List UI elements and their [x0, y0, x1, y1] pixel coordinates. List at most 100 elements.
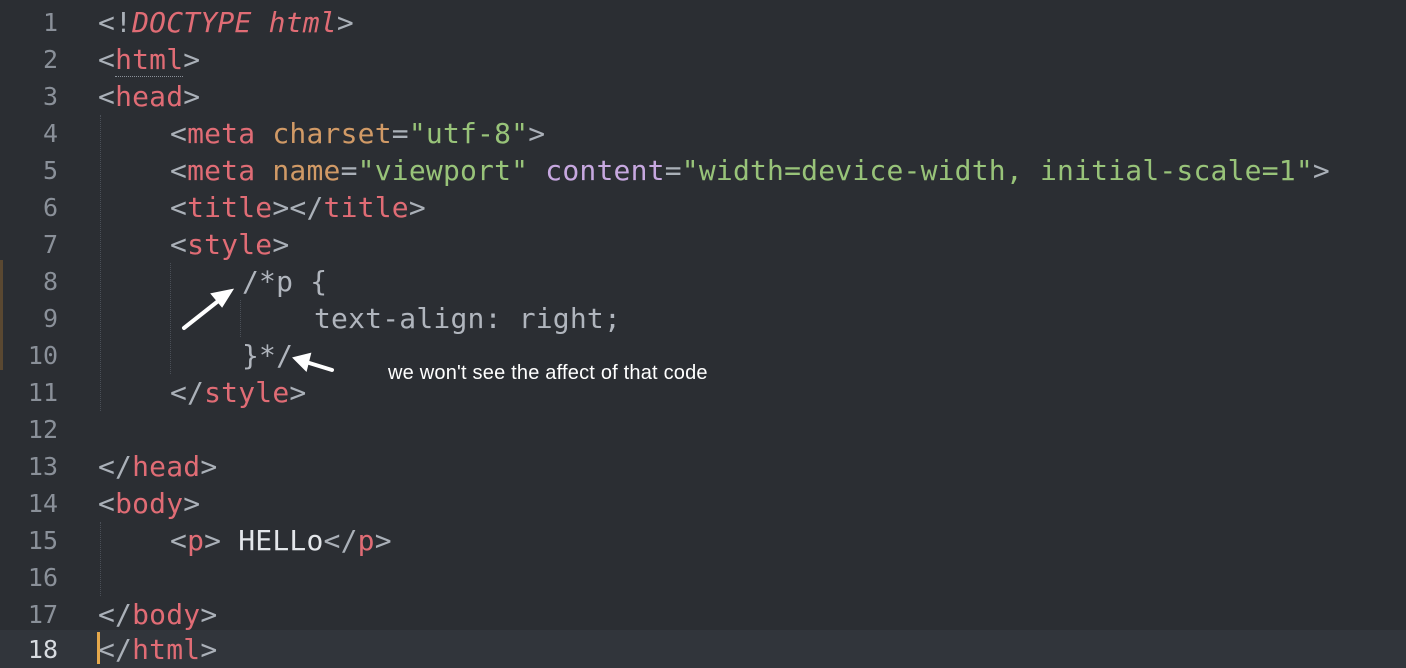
line-number: 12 — [27, 415, 58, 444]
line-number-active: 18 — [27, 635, 58, 664]
line-number: 2 — [42, 45, 58, 74]
line-number: 1 — [42, 8, 58, 37]
code-token: meta — [187, 154, 256, 187]
code-token: </ — [98, 598, 133, 631]
indent-guide — [170, 263, 171, 374]
code-token: > — [200, 450, 218, 483]
code-token: style — [187, 228, 273, 261]
code-token: > — [204, 524, 239, 557]
code-token: < — [170, 154, 188, 187]
code-text: HELLo — [238, 524, 324, 557]
code-token: head — [115, 80, 184, 113]
code-token: DOCTYPE html — [132, 6, 337, 39]
code-token: p — [187, 524, 205, 557]
code-line-18[interactable]: </html> — [98, 631, 217, 668]
code-token: style — [204, 376, 290, 409]
code-token: name — [272, 154, 341, 187]
code-line-5[interactable]: <meta name="viewport" content="width=dev… — [170, 152, 1330, 189]
code-token: content — [545, 154, 665, 187]
code-token: > — [1312, 154, 1330, 187]
code-token: = — [340, 154, 358, 187]
code-token: < — [98, 487, 116, 520]
code-token: ></ — [272, 191, 324, 224]
code-token: = — [664, 154, 682, 187]
code-token: < — [170, 228, 188, 261]
code-line-1[interactable]: <!DOCTYPE html> — [98, 4, 354, 41]
code-token: > — [183, 487, 201, 520]
code-line-13[interactable]: </head> — [98, 448, 217, 485]
line-number: 4 — [42, 119, 58, 148]
code-line-11[interactable]: </style> — [170, 374, 306, 411]
indent-guide — [100, 115, 101, 411]
code-token: title — [323, 191, 409, 224]
code-token: html — [115, 43, 184, 77]
line-number: 11 — [27, 378, 58, 407]
arrow-to-comment-end-icon — [292, 352, 334, 372]
code-token: > — [272, 228, 290, 261]
code-token: < — [170, 117, 188, 150]
line-number: 15 — [27, 526, 58, 555]
line-number: 8 — [42, 267, 58, 296]
line-number: 3 — [42, 82, 58, 111]
code-token: body — [115, 487, 184, 520]
code-token: html — [132, 633, 201, 666]
code-token: > — [374, 524, 392, 557]
code-comment: }*/ — [242, 339, 294, 372]
line-number: 6 — [42, 193, 58, 222]
indent-guide — [240, 300, 241, 337]
code-token: body — [132, 598, 201, 631]
indent-guide — [100, 522, 101, 596]
code-token: > — [200, 598, 218, 631]
code-token: </ — [170, 376, 205, 409]
code-line-15[interactable]: <p> HELLo</p> — [170, 522, 392, 559]
line-number: 10 — [27, 341, 58, 370]
code-token: < — [98, 43, 116, 76]
code-line-7[interactable]: <style> — [170, 226, 289, 263]
code-token: "utf-8" — [408, 117, 529, 150]
code-line-14[interactable]: <body> — [98, 485, 200, 522]
code-token: p — [357, 524, 375, 557]
code-token: > — [408, 191, 426, 224]
code-editor[interactable]: 1 2 3 4 5 6 7 8 9 10 11 12 13 14 15 16 1… — [0, 0, 1406, 668]
code-token: title — [187, 191, 273, 224]
code-token: = — [391, 117, 409, 150]
code-token: > — [183, 43, 201, 76]
code-token: > — [528, 117, 546, 150]
code-token: < — [170, 524, 188, 557]
code-token: <! — [98, 6, 133, 39]
code-comment: text-align: right; — [314, 302, 622, 335]
line-number: 5 — [42, 156, 58, 185]
code-line-8[interactable]: /*p { — [242, 263, 327, 300]
code-comment: /*p { — [242, 265, 328, 298]
code-token: > — [183, 80, 201, 113]
text-cursor — [97, 632, 100, 664]
annotation-note: we won't see the affect of that code — [388, 362, 708, 384]
code-line-10[interactable]: }*/ — [242, 337, 293, 374]
code-token: < — [98, 80, 116, 113]
code-line-6[interactable]: <title></title> — [170, 189, 426, 226]
code-token: charset — [272, 117, 392, 150]
code-line-4[interactable]: <meta charset="utf-8"> — [170, 115, 545, 152]
code-line-2[interactable]: <html> — [98, 41, 200, 78]
line-number: 16 — [27, 563, 58, 592]
code-token: "viewport" — [357, 154, 529, 187]
code-line-9[interactable]: text-align: right; — [314, 300, 621, 337]
line-number: 17 — [27, 600, 58, 629]
arrow-to-comment-start-icon — [182, 288, 235, 330]
code-token: </ — [323, 524, 358, 557]
code-token: < — [170, 191, 188, 224]
code-token: head — [132, 450, 201, 483]
code-token: > — [336, 6, 354, 39]
code-token: </ — [98, 633, 133, 666]
line-number: 9 — [42, 304, 58, 333]
annotation-arrows — [182, 288, 334, 372]
code-token: </ — [98, 450, 133, 483]
line-number-gutter: 1 2 3 4 5 6 7 8 9 10 11 12 13 14 15 16 1… — [0, 0, 84, 668]
code-line-3[interactable]: <head> — [98, 78, 200, 115]
code-token: > — [200, 633, 218, 666]
line-number: 13 — [27, 452, 58, 481]
code-token: meta — [187, 117, 256, 150]
code-line-17[interactable]: </body> — [98, 596, 217, 633]
code-token: > — [289, 376, 307, 409]
code-token: "width=device-width, initial-scale=1" — [681, 154, 1313, 187]
